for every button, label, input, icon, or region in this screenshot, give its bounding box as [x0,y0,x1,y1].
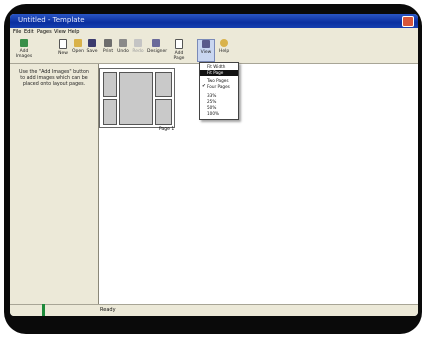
undo-arrow-icon [119,39,127,47]
view-menu-item-four-pages[interactable]: ✔ Four Pages [200,84,238,90]
printer-icon [104,39,112,47]
layout-canvas: Page 1 [99,64,418,304]
new-label: New [58,51,68,56]
image-slot[interactable] [103,72,117,97]
redo-arrow-icon [134,39,142,47]
print-label: Print [102,49,114,54]
add-page-label: Add Page [173,51,185,61]
view-label: View [200,50,212,55]
folder-icon [74,39,82,47]
status-text: Ready [100,307,116,313]
add-page-button[interactable]: Add Page [169,39,189,61]
view-menu-item-100[interactable]: 100% [200,111,238,117]
image-panel: Use the "Add Images" button to add image… [10,64,99,304]
page-label: Page 1 [159,127,175,132]
image-slot[interactable] [119,72,153,125]
menu-bar: File Edit Pages View Help [10,28,418,37]
new-file-icon [59,39,67,49]
menu-pages[interactable]: Pages [37,29,52,35]
undo-button[interactable]: Undo [117,39,129,54]
view-icon [202,40,210,48]
status-bar-accent [42,304,45,316]
view-menu-item-fit-page[interactable]: Fit Page [200,70,238,76]
designer-icon [152,39,160,47]
help-button[interactable]: Help [219,39,229,54]
help-icon [220,39,228,47]
title-bar: Untitled - Template [10,14,418,28]
application-window: Untitled - Template File Edit Pages View… [10,14,418,316]
save-button[interactable]: Save [86,39,98,54]
add-images-label: Add Images [15,49,33,59]
save-label: Save [86,49,98,54]
help-label: Help [219,49,230,54]
menu-view[interactable]: View [54,29,66,35]
open-label: Open [71,49,85,54]
redo-button[interactable]: Redo [132,39,144,54]
four-pages-label: Four Pages [207,84,230,89]
add-images-icon [20,39,28,47]
add-page-icon [175,39,183,49]
view-dropdown-menu: Fit Width Fit Page Two Pages ✔ Four Page… [199,62,239,120]
close-button[interactable] [402,16,414,27]
print-button[interactable]: Print [102,39,114,54]
designer-label: Designer [147,49,168,54]
window-title: Untitled - Template [18,16,85,24]
image-panel-hint: Use the "Add Images" button to add image… [19,70,89,87]
toolbar: Add Images New Open Save Print Undo Redo [10,37,418,64]
menu-edit[interactable]: Edit [24,29,34,35]
menu-help[interactable]: Help [68,29,79,35]
checkmark-icon: ✔ [202,84,206,89]
disk-icon [88,39,96,47]
image-slot[interactable] [103,99,117,125]
menu-file[interactable]: File [13,29,21,35]
image-slot[interactable] [155,72,172,97]
page-thumbnail[interactable] [99,68,175,128]
view-button[interactable]: View [197,39,215,62]
open-button[interactable]: Open [71,39,85,54]
new-button[interactable]: New [57,39,69,56]
image-slot[interactable] [155,99,172,125]
undo-label: Undo [117,49,129,54]
add-images-button[interactable]: Add Images [12,39,36,59]
redo-label: Redo [132,49,144,54]
status-bar: Ready [10,304,418,316]
designer-button[interactable]: Designer [147,39,168,54]
